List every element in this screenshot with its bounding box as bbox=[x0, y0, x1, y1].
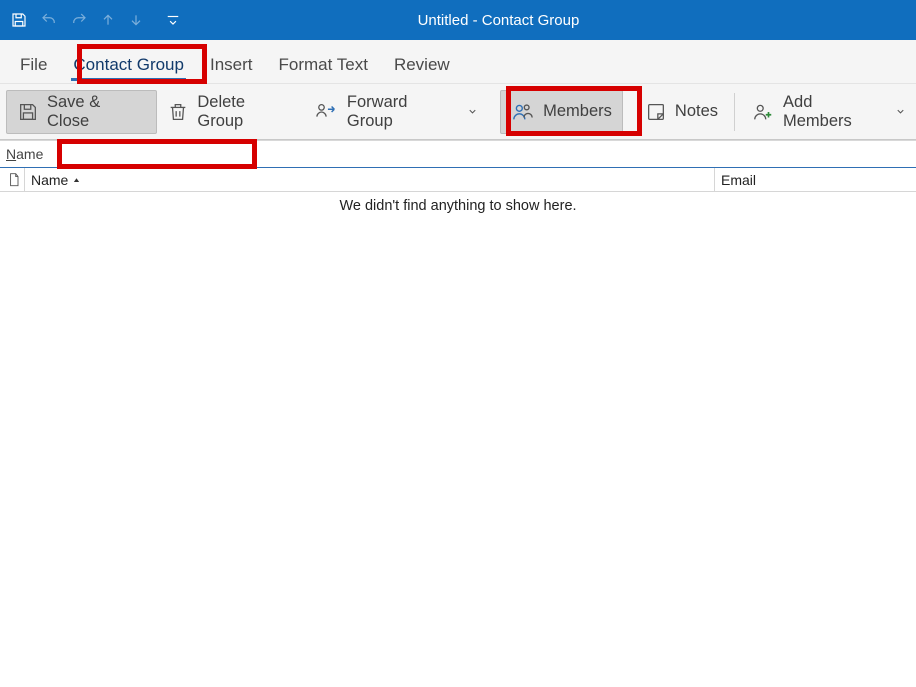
save-close-label: Save & Close bbox=[47, 93, 146, 131]
title-bar: Untitled - Contact Group bbox=[0, 0, 916, 40]
ribbon: Save & Close Delete Group Forward Group bbox=[0, 84, 916, 140]
empty-grid-message: We didn't find anything to show here. bbox=[0, 192, 916, 214]
column-name-label: Name bbox=[31, 172, 68, 188]
save-close-icon bbox=[17, 101, 39, 123]
attachment-column-icon[interactable] bbox=[4, 172, 24, 188]
tab-contact-group[interactable]: Contact Group bbox=[71, 45, 186, 83]
quick-access-toolbar bbox=[10, 11, 180, 29]
chevron-down-icon bbox=[467, 106, 478, 117]
chevron-down-icon bbox=[895, 106, 906, 117]
notes-button[interactable]: Notes bbox=[635, 90, 728, 134]
ribbon-separator bbox=[734, 93, 735, 131]
add-members-label: Add Members bbox=[783, 93, 885, 131]
save-close-button[interactable]: Save & Close bbox=[6, 90, 157, 134]
window-title: Untitled - Contact Group bbox=[418, 12, 580, 29]
name-field-row: Name bbox=[0, 140, 916, 168]
ribbon-tabs: File Contact Group Insert Format Text Re… bbox=[0, 40, 916, 84]
tab-review[interactable]: Review bbox=[392, 45, 452, 83]
notes-icon bbox=[645, 101, 667, 123]
column-email[interactable]: Email bbox=[714, 168, 916, 191]
delete-group-button[interactable]: Delete Group bbox=[157, 90, 305, 134]
name-input[interactable] bbox=[49, 143, 879, 165]
forward-group-icon bbox=[315, 101, 339, 123]
customize-qat-icon[interactable] bbox=[166, 13, 180, 27]
undo-icon[interactable] bbox=[40, 11, 58, 29]
column-name[interactable]: Name bbox=[24, 168, 714, 191]
save-icon[interactable] bbox=[10, 11, 28, 29]
members-button[interactable]: Members bbox=[500, 90, 623, 134]
notes-label: Notes bbox=[675, 102, 718, 121]
add-members-icon bbox=[751, 101, 775, 123]
forward-group-label: Forward Group bbox=[347, 93, 457, 131]
trash-icon bbox=[167, 101, 189, 123]
redo-icon[interactable] bbox=[70, 11, 88, 29]
forward-group-button[interactable]: Forward Group bbox=[305, 90, 488, 134]
sort-asc-icon bbox=[72, 172, 81, 188]
previous-item-icon[interactable] bbox=[100, 11, 116, 29]
delete-group-label: Delete Group bbox=[197, 93, 295, 131]
name-label: Name bbox=[6, 146, 43, 163]
add-members-button[interactable]: Add Members bbox=[741, 90, 916, 134]
tab-insert[interactable]: Insert bbox=[208, 45, 255, 83]
tab-format-text[interactable]: Format Text bbox=[277, 45, 370, 83]
next-item-icon[interactable] bbox=[128, 11, 144, 29]
column-email-label: Email bbox=[721, 172, 756, 188]
column-headers: Name Email bbox=[0, 168, 916, 192]
tab-file[interactable]: File bbox=[18, 45, 49, 83]
members-icon bbox=[511, 101, 535, 123]
members-label: Members bbox=[543, 102, 612, 121]
